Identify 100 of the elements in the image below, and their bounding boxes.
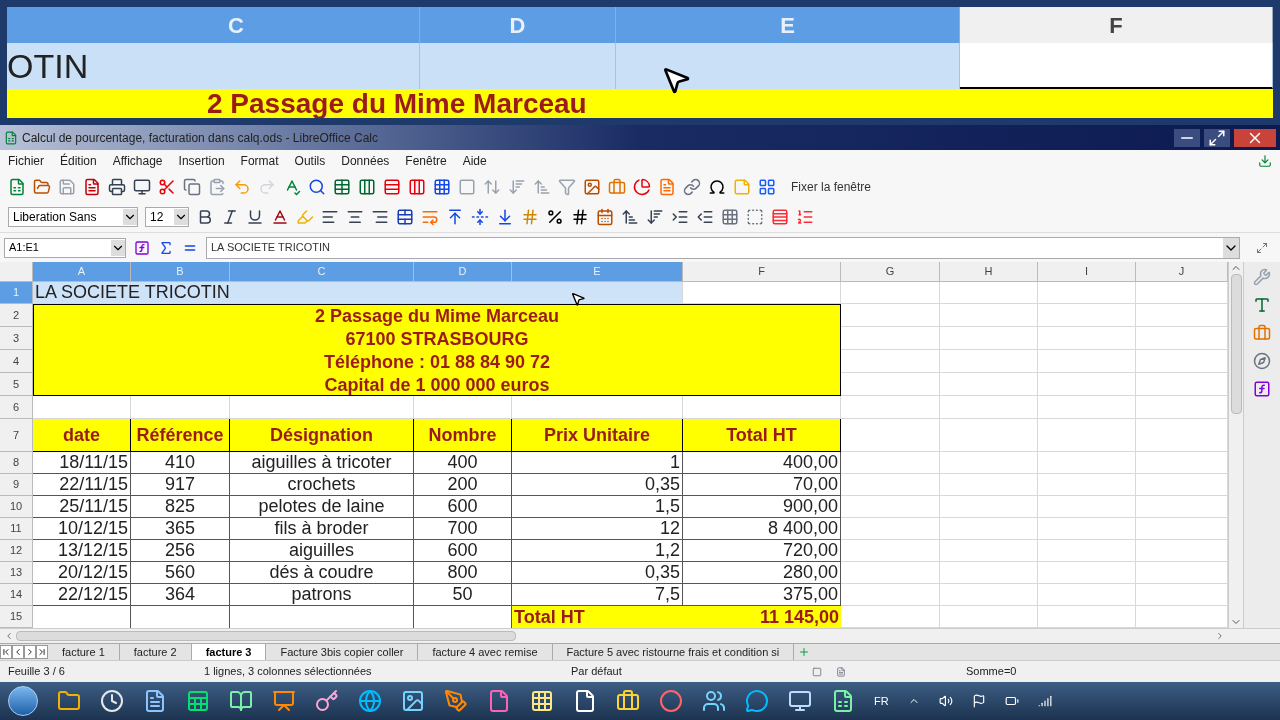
minimize-icon[interactable]	[1174, 128, 1200, 147]
wrap-text-icon[interactable]	[421, 208, 439, 226]
row-header[interactable]: 7	[0, 419, 33, 452]
document-icon[interactable]	[143, 689, 167, 713]
start-button[interactable]	[8, 686, 38, 716]
align-center-icon[interactable]	[346, 208, 364, 226]
scroll-thumb[interactable]	[1230, 274, 1242, 414]
date-icon[interactable]	[596, 208, 614, 226]
new-spreadsheet-icon[interactable]	[8, 178, 26, 196]
font-name-select[interactable]: Liberation Sans	[8, 207, 138, 227]
book-icon[interactable]	[229, 689, 253, 713]
row-header[interactable]: 12	[0, 540, 33, 562]
copy-icon[interactable]	[183, 178, 201, 196]
grid-icon[interactable]	[530, 689, 554, 713]
grid-layout-icon[interactable]	[758, 178, 776, 196]
percent-icon[interactable]	[546, 208, 564, 226]
maximize-icon[interactable]	[1204, 128, 1230, 147]
pdf-icon[interactable]	[83, 178, 101, 196]
row-header[interactable]: 6	[0, 396, 33, 419]
row-header[interactable]: 14	[0, 584, 33, 606]
indent-increase-icon[interactable]	[671, 208, 689, 226]
font-size-select[interactable]: 12	[145, 207, 189, 227]
column-header[interactable]: H	[940, 262, 1038, 282]
download-icon[interactable]	[1258, 154, 1272, 168]
language-indicator[interactable]: FR	[874, 692, 889, 710]
chat-icon[interactable]	[745, 689, 769, 713]
table-icon[interactable]	[333, 178, 351, 196]
sheet-tab[interactable]: facture 3	[191, 644, 267, 660]
printer-icon[interactable]	[108, 178, 126, 196]
omega-icon[interactable]	[708, 178, 726, 196]
row-header[interactable]: 4	[0, 350, 33, 373]
dropdown-icon[interactable]	[174, 209, 188, 225]
column-header[interactable]: J	[1136, 262, 1228, 282]
row-header[interactable]: 8	[0, 452, 33, 474]
search-icon[interactable]	[308, 178, 326, 196]
row-header[interactable]: 15	[0, 606, 33, 628]
sheet-nav-icon[interactable]	[36, 645, 48, 659]
functions-icon[interactable]	[1253, 380, 1271, 398]
row-header[interactable]: 10	[0, 496, 33, 518]
freeze-window-button[interactable]: Fixer la fenêtre	[791, 178, 872, 196]
cut-icon[interactable]	[158, 178, 176, 196]
text-style-icon[interactable]	[1253, 296, 1271, 314]
dropdown-icon[interactable]	[123, 209, 137, 225]
italic-icon[interactable]	[221, 208, 239, 226]
clock-icon[interactable]	[100, 689, 124, 713]
scroll-left-icon[interactable]	[4, 631, 14, 641]
border-style-icon[interactable]	[746, 208, 764, 226]
globe-icon[interactable]	[358, 689, 382, 713]
align-top-icon[interactable]	[446, 208, 464, 226]
align-bottom-icon[interactable]	[496, 208, 514, 226]
link-icon[interactable]	[683, 178, 701, 196]
sheet-nav-icon[interactable]	[0, 645, 12, 659]
borders-icon[interactable]	[721, 208, 739, 226]
volume-icon[interactable]	[938, 694, 953, 708]
rows-icon[interactable]	[383, 178, 401, 196]
menu-item[interactable]: Outils	[294, 152, 326, 170]
row-header[interactable]: 11	[0, 518, 33, 540]
signal-icon[interactable]	[1037, 694, 1052, 708]
vertical-scrollbar[interactable]	[1228, 262, 1243, 628]
key-icon[interactable]	[315, 689, 339, 713]
folder-icon[interactable]	[33, 178, 51, 196]
scroll-right-icon[interactable]	[1215, 631, 1225, 641]
horizontal-scroll-thumb[interactable]	[16, 631, 516, 641]
folder-icon[interactable]	[57, 689, 81, 713]
menu-item[interactable]: Fichier	[8, 152, 44, 170]
menu-item[interactable]: Aide	[462, 152, 487, 170]
columns-icon[interactable]	[358, 178, 376, 196]
name-box[interactable]: A1:E1	[4, 237, 126, 258]
corner-cell[interactable]	[0, 262, 33, 282]
flag-icon[interactable]	[971, 694, 986, 708]
font-color-icon[interactable]	[271, 208, 289, 226]
column-header[interactable]: I	[1038, 262, 1136, 282]
align-right-icon[interactable]	[371, 208, 389, 226]
styles-icon[interactable]	[796, 208, 814, 226]
people-icon[interactable]	[702, 689, 726, 713]
menu-item[interactable]: Fenêtre	[405, 152, 447, 170]
expand-icon[interactable]	[1223, 237, 1239, 258]
sum-icon[interactable]	[158, 239, 174, 256]
menu-item[interactable]: Affichage	[112, 152, 163, 170]
grid-icon[interactable]	[433, 178, 451, 196]
image-editor-icon[interactable]	[401, 689, 425, 713]
merge-cells-icon[interactable]	[396, 208, 414, 226]
underline-icon[interactable]	[246, 208, 264, 226]
column-header[interactable]: F	[960, 7, 1273, 43]
spreadsheet-app-icon[interactable]	[831, 689, 855, 713]
battery-icon[interactable]	[1004, 694, 1019, 708]
formula-input[interactable]: LA SOCIETE TRICOTIN	[206, 236, 1240, 259]
menu-item[interactable]: Édition	[60, 152, 97, 170]
column-header[interactable]: G	[841, 262, 940, 282]
menu-item[interactable]: Format	[240, 152, 279, 170]
columns-icon[interactable]	[408, 178, 426, 196]
navigator-icon[interactable]	[1253, 352, 1271, 370]
dropdown-icon[interactable]	[111, 239, 125, 256]
image-icon[interactable]	[583, 178, 601, 196]
row-header[interactable]: 3	[0, 327, 33, 350]
sheet-nav-icon[interactable]	[24, 645, 36, 659]
align-middle-icon[interactable]	[471, 208, 489, 226]
row-header[interactable]: 9	[0, 474, 33, 496]
presentation-icon[interactable]	[272, 689, 296, 713]
menu-item[interactable]: Données	[341, 152, 390, 170]
